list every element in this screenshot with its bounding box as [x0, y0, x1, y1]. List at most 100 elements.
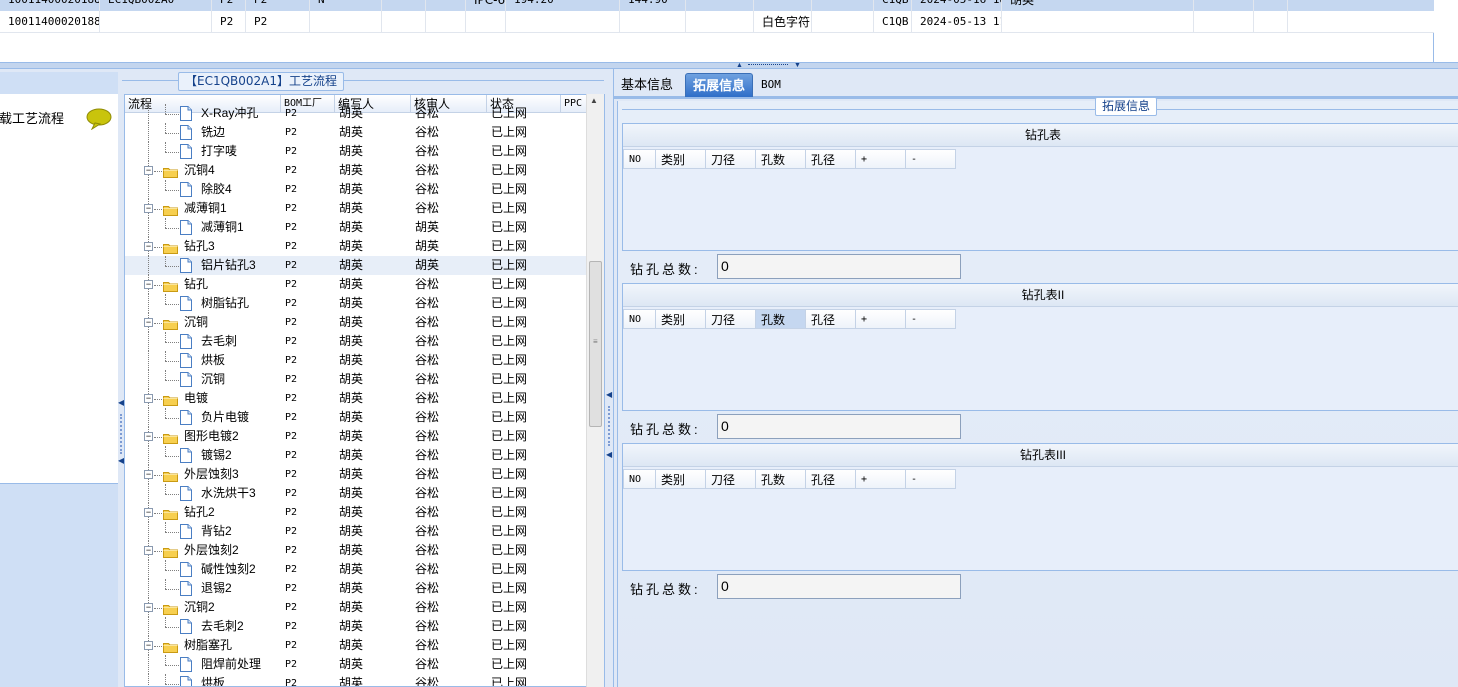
scrollbar-thumb[interactable]: ≡	[589, 261, 602, 427]
tree-row[interactable]: 减薄铜1 P2 胡英 胡英 已上网	[125, 218, 591, 237]
collapse-left-icon[interactable]: ◀	[606, 390, 612, 399]
drill-col-header[interactable]: 孔数	[756, 469, 806, 489]
drill-col-header[interactable]: +	[856, 469, 906, 489]
tree-row[interactable]: − 钻孔3 P2 胡英 胡英 已上网	[125, 237, 591, 256]
collapse-down-icon[interactable]: ▼	[794, 62, 801, 69]
horizontal-splitter[interactable]: ▲ ▼	[0, 62, 1458, 69]
document-icon	[180, 619, 192, 634]
drill-col-header[interactable]: -	[906, 309, 956, 329]
collapse-toggle-icon[interactable]: −	[144, 546, 153, 555]
document-icon	[180, 125, 192, 140]
tree-row[interactable]: − 钻孔 P2 胡英 谷松 已上网	[125, 275, 591, 294]
tree-row[interactable]: 除胶4 P2 胡英 谷松 已上网	[125, 180, 591, 199]
tree-row[interactable]: − 电镀 P2 胡英 谷松 已上网	[125, 389, 591, 408]
tab-extension-info[interactable]: 拓展信息	[685, 73, 754, 97]
tree-row[interactable]: − 沉铜4 P2 胡英 谷松 已上网	[125, 161, 591, 180]
collapse-toggle-icon[interactable]: −	[144, 432, 153, 441]
tree-row[interactable]: 水洗烘干3 P2 胡英 谷松 已上网	[125, 484, 591, 503]
tree-row[interactable]: 背钻2 P2 胡英 谷松 已上网	[125, 522, 591, 541]
tree-row[interactable]: X-Ray冲孔 P2 胡英 谷松 已上网	[125, 104, 591, 123]
tree-row[interactable]: 铝片钻孔3 P2 胡英 胡英 已上网	[125, 256, 591, 275]
top-grid-row[interactable]: 10011400020188EC1QB002A0P2P2NIPC-6018 II…	[0, 0, 1434, 11]
collapse-toggle-icon[interactable]: −	[144, 166, 153, 175]
drill-col-header[interactable]: 刀径	[706, 309, 756, 329]
tree-row[interactable]: 烘板 P2 胡英 谷松 已上网	[125, 674, 591, 687]
tree-row[interactable]: − 图形电镀2 P2 胡英 谷松 已上网	[125, 427, 591, 446]
scroll-up-arrow-icon[interactable]: ▲	[590, 96, 598, 105]
tree-row[interactable]: 镀锡2 P2 胡英 谷松 已上网	[125, 446, 591, 465]
tree-row[interactable]: 打字唛 P2 胡英 谷松 已上网	[125, 142, 591, 161]
tree-row[interactable]: − 外层蚀刻2 P2 胡英 谷松 已上网	[125, 541, 591, 560]
tree-row[interactable]: 去毛刺2 P2 胡英 谷松 已上网	[125, 617, 591, 636]
drill-col-header[interactable]: -	[906, 469, 956, 489]
document-icon	[180, 562, 192, 577]
drill-col-header[interactable]: 孔数	[756, 309, 806, 329]
collapse-toggle-icon[interactable]: −	[144, 603, 153, 612]
drill-col-header[interactable]: 孔径	[806, 469, 856, 489]
drill-col-header[interactable]: NO	[623, 149, 656, 169]
collapse-toggle-icon[interactable]: −	[144, 508, 153, 517]
tree-row[interactable]: 退锡2 P2 胡英 谷松 已上网	[125, 579, 591, 598]
tree-row[interactable]: 碱性蚀刻2 P2 胡英 谷松 已上网	[125, 560, 591, 579]
splitter-grip-icon[interactable]	[748, 64, 788, 67]
tree-line	[165, 361, 179, 362]
drill-col-header[interactable]: 类别	[656, 149, 706, 169]
collapse-up-icon[interactable]: ▲	[736, 62, 743, 69]
collapse-toggle-icon[interactable]: −	[144, 641, 153, 650]
drill-col-header[interactable]: NO	[623, 309, 656, 329]
tree-row[interactable]: 烘板 P2 胡英 谷松 已上网	[125, 351, 591, 370]
tree-cell-reviewer: 谷松	[415, 144, 440, 158]
drill-col-header[interactable]: -	[906, 149, 956, 169]
tree-cell-name: 钻孔	[184, 277, 209, 291]
tree-row[interactable]: − 沉铜 P2 胡英 谷松 已上网	[125, 313, 591, 332]
tree-row[interactable]: − 钻孔2 P2 胡英 谷松 已上网	[125, 503, 591, 522]
tree-cell-reviewer: 胡英	[415, 239, 440, 253]
collapse-toggle-icon[interactable]: −	[144, 394, 153, 403]
speech-bubble-icon[interactable]	[86, 108, 112, 133]
collapse-left-icon[interactable]: ◀	[606, 450, 612, 459]
tree-row[interactable]: 树脂钻孔 P2 胡英 谷松 已上网	[125, 294, 591, 313]
tree-cell-writer: 胡英	[339, 429, 364, 443]
collapse-toggle-icon[interactable]: −	[144, 318, 153, 327]
tree-row[interactable]: − 外层蚀刻3 P2 胡英 谷松 已上网	[125, 465, 591, 484]
tree-row[interactable]: − 减薄铜1 P2 胡英 谷松 已上网	[125, 199, 591, 218]
top-grid-row[interactable]: 10011400020188 P2P2 白色字符 C1QB2024-05-13 11:…	[0, 11, 1434, 33]
collapse-toggle-icon[interactable]: −	[144, 280, 153, 289]
tree-row[interactable]: 负片电镀 P2 胡英 谷松 已上网	[125, 408, 591, 427]
right-splitter[interactable]: ◀ ◀	[606, 72, 612, 687]
drill-col-header[interactable]: 孔径	[806, 149, 856, 169]
tab-bom[interactable]: BOM	[754, 73, 788, 97]
drill-col-header[interactable]: +	[856, 309, 906, 329]
tree-cell-factory: P2	[285, 678, 298, 687]
tree-cell-reviewer: 谷松	[415, 600, 440, 614]
drill-col-header[interactable]: 刀径	[706, 149, 756, 169]
drill-col-header[interactable]: 类别	[656, 309, 706, 329]
drill-col-header[interactable]: NO	[623, 469, 656, 489]
drill-col-header[interactable]: 刀径	[706, 469, 756, 489]
drill-col-header[interactable]: +	[856, 149, 906, 169]
tree-row[interactable]: 铣边 P2 胡英 谷松 已上网	[125, 123, 591, 142]
splitter-grip-icon[interactable]	[608, 406, 610, 446]
drill-total-field[interactable]: 0	[717, 254, 961, 279]
drill-total-field[interactable]: 0	[717, 414, 961, 439]
drill-col-header[interactable]: 孔径	[806, 309, 856, 329]
top-grid-cell	[1254, 0, 1288, 11]
folder-icon	[163, 469, 178, 482]
tree-row[interactable]: 阻焊前处理 P2 胡英 谷松 已上网	[125, 655, 591, 674]
tree-row[interactable]: 去毛刺 P2 胡英 谷松 已上网	[125, 332, 591, 351]
load-process-flow-label[interactable]: 加载工艺流程	[0, 108, 64, 127]
tree-cell-factory: P2	[285, 659, 298, 670]
tree-row[interactable]: 沉铜 P2 胡英 谷松 已上网	[125, 370, 591, 389]
collapse-toggle-icon[interactable]: −	[144, 204, 153, 213]
collapse-toggle-icon[interactable]: −	[144, 470, 153, 479]
tree-row[interactable]: − 沉铜2 P2 胡英 谷松 已上网	[125, 598, 591, 617]
collapse-toggle-icon[interactable]: −	[144, 242, 153, 251]
tree-cell-reviewer: 谷松	[415, 277, 440, 291]
tab-basic-info[interactable]: 基本信息	[614, 73, 680, 97]
tree-row[interactable]: − 树脂塞孔 P2 胡英 谷松 已上网	[125, 636, 591, 655]
drill-col-header[interactable]: 孔数	[756, 149, 806, 169]
tree-cell-factory: P2	[285, 602, 298, 613]
drill-total-field[interactable]: 0	[717, 574, 961, 599]
drill-col-header[interactable]: 类别	[656, 469, 706, 489]
flow-vertical-scrollbar[interactable]: ▲ ≡	[586, 94, 604, 687]
